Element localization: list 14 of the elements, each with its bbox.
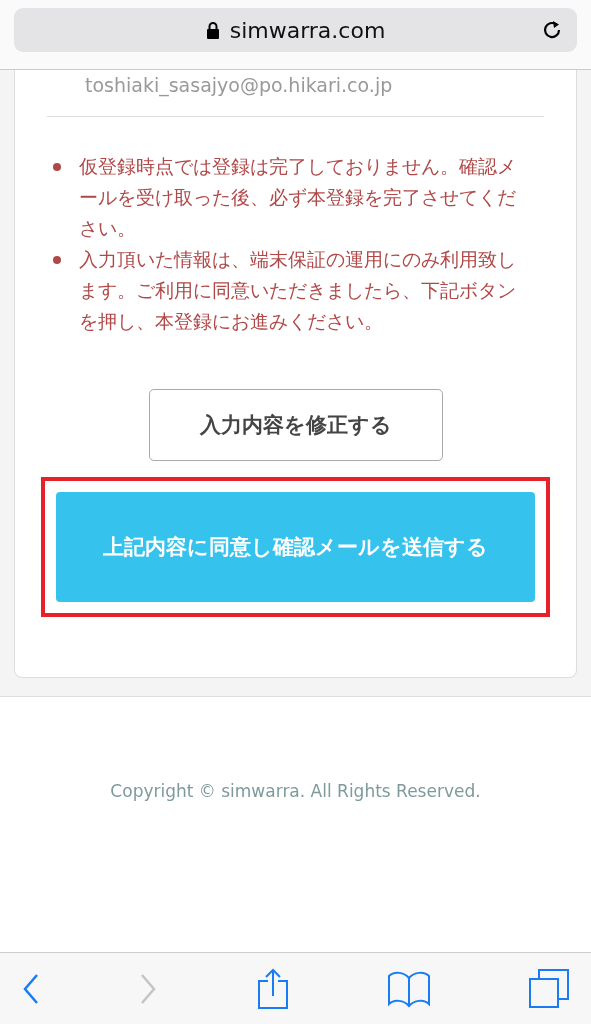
url-text: simwarra.com bbox=[229, 17, 386, 43]
reload-icon[interactable] bbox=[541, 19, 563, 41]
email-text: toshiaki_sasajyo@po.hikari.co.jp bbox=[84, 74, 394, 96]
bullet-icon bbox=[53, 256, 61, 264]
book-icon[interactable] bbox=[387, 969, 430, 1008]
edit-button[interactable]: 入力内容を修正する bbox=[148, 389, 443, 461]
address-bar[interactable]: simwarra.com bbox=[14, 8, 577, 52]
notice-text: 入力頂いた情報は、端末保証の運用にのみ利用致します。ご利用に同意いただきましたら、下記ボタンを押し、本登録にお進みください。 bbox=[79, 248, 517, 334]
notice-text: 仮登録時点では登録は完了しておりません。確認メールを受け取った後、必ず本登録を完了させてください。 bbox=[79, 155, 517, 241]
copyright-text: Copyright © simwarra. All Rights Reserved. bbox=[110, 781, 481, 801]
bullet-icon bbox=[53, 163, 61, 171]
share-icon[interactable] bbox=[256, 967, 289, 1010]
back-icon[interactable] bbox=[22, 972, 40, 1005]
tabs-icon[interactable] bbox=[529, 968, 569, 1009]
